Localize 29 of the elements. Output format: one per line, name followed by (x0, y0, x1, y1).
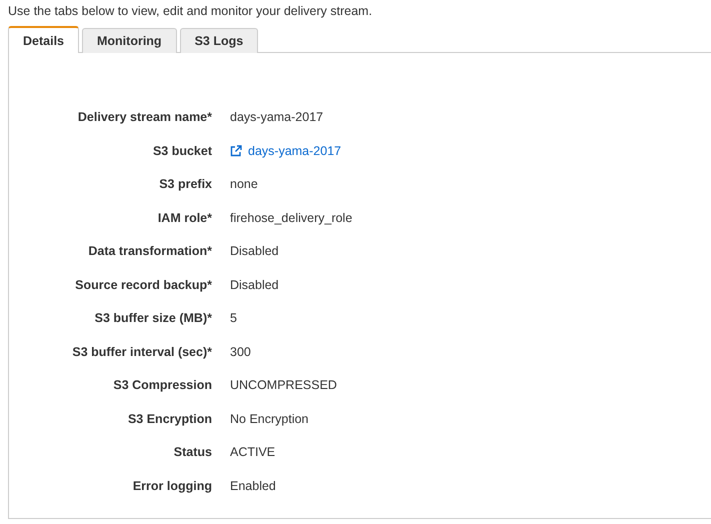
field-label: Delivery stream name* (76, 109, 212, 126)
field-label: S3 bucket (152, 142, 212, 160)
field-label: IAM role* (156, 210, 212, 226)
field-value: 300 (230, 344, 252, 360)
field-label: S3 Compression (112, 377, 212, 394)
field-value: firehose_delivery_role (230, 210, 354, 227)
field-value: Disabled (230, 243, 280, 260)
field-value: 5 (230, 310, 238, 327)
tab[interactable]: Monitoring (82, 28, 177, 53)
field-value: none (230, 176, 259, 193)
field-label: S3 buffer size (MB)* (94, 310, 212, 327)
bucket-link[interactable]: days-yama-2017 (230, 142, 342, 160)
field-value: No Encryption (230, 410, 310, 428)
field-value: Disabled (230, 276, 280, 294)
field-label: Status (172, 444, 212, 461)
field-value: ACTIVE (230, 444, 276, 461)
intro-text: Use the tabs below to view, edit and monitor your delivery stream. (7, 3, 374, 20)
field-label: S3 buffer interval (sec)* (71, 344, 212, 361)
field-label: S3 prefix (158, 176, 212, 193)
external-link-icon (230, 144, 242, 156)
field-value: Enabled (230, 478, 277, 494)
field-value: days-yama-2017 (230, 109, 324, 126)
field-label: Error logging (132, 478, 212, 495)
tab[interactable]: S3 Logs (180, 28, 258, 53)
field-value: UNCOMPRESSED (230, 377, 338, 394)
tab[interactable]: Details (8, 26, 79, 53)
field-label: S3 Encryption (126, 410, 212, 428)
field-label: Data transformation* (87, 243, 212, 260)
field-label: Source record backup* (74, 276, 212, 294)
